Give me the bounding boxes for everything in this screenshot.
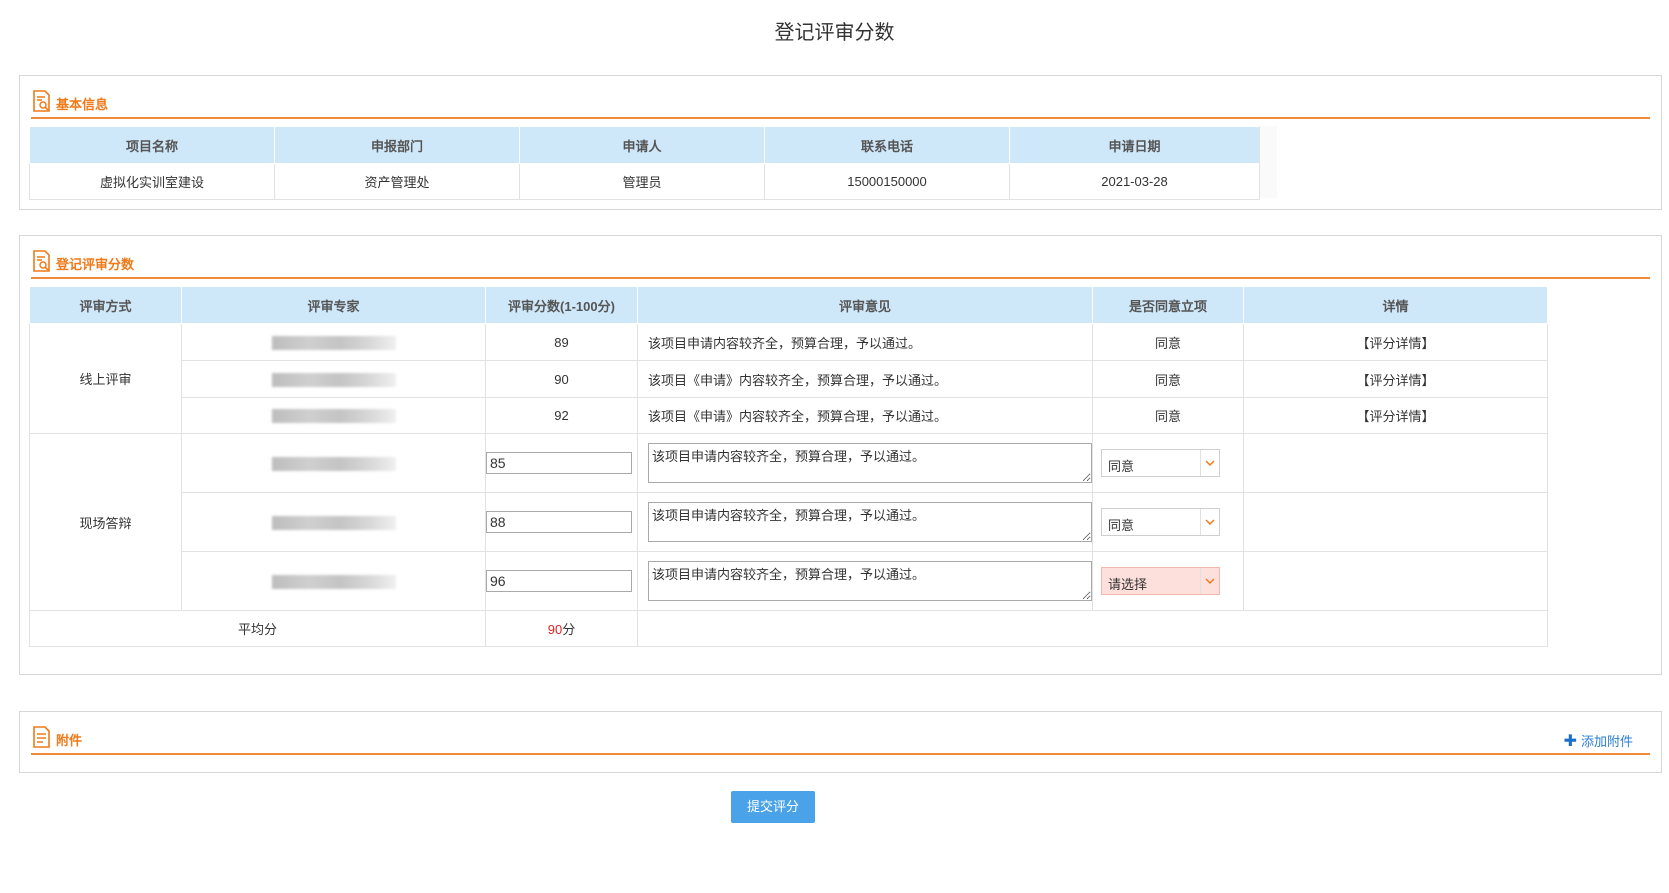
review-score-panel: 登记评审分数 评审方式 评审专家 评审分数(1-100分) 评审意见 是否同意立… <box>19 235 1662 675</box>
review-score-header: 登记评审分数 <box>31 247 1650 279</box>
average-value-cell: 90分 <box>485 610 638 647</box>
expert-name-redacted <box>181 492 486 552</box>
department-cell: 资产管理处 <box>274 163 520 200</box>
score-cell: 90 <box>485 360 638 398</box>
agree-cell: 同意 <box>1092 323 1244 361</box>
score-cell: 92 <box>485 397 638 434</box>
agree-select-value: 同意 <box>1108 459 1135 474</box>
table-row: 虚拟化实训室建设 资产管理处 管理员 15000150000 2021-03-2… <box>29 163 1260 200</box>
chevron-down-icon <box>1200 568 1215 594</box>
project-name-link[interactable]: 虚拟化实训室建设 <box>29 163 275 200</box>
score-input[interactable] <box>486 511 632 533</box>
agree-select-value: 同意 <box>1108 518 1135 533</box>
average-row: 平均分 90分 <box>29 610 1548 647</box>
agree-select[interactable]: 同意 <box>1101 508 1220 536</box>
score-detail-link[interactable]: 【评分详情】 <box>1243 360 1548 398</box>
submit-score-button[interactable]: 提交评分 <box>731 791 815 823</box>
page-title: 登记评审分数 <box>774 22 895 44</box>
chevron-down-icon <box>1200 509 1215 535</box>
agree-select[interactable]: 请选择 <box>1101 567 1220 595</box>
attachments-header: 附件 ✚ 添加附件 <box>31 723 1650 755</box>
expert-name-redacted <box>181 323 486 361</box>
agree-cell: 同意 <box>1092 360 1244 398</box>
phone-cell: 15000150000 <box>764 163 1010 200</box>
detail-empty-cell <box>1243 433 1548 493</box>
score-cell: 89 <box>485 323 638 361</box>
document-icon <box>33 726 50 748</box>
column-header: 评审专家 <box>181 286 486 324</box>
expert-name-redacted <box>181 433 486 493</box>
table-row: 该项目申请内容较齐全，预算合理，予以通过。 请选择 <box>30 551 1548 611</box>
column-header: 详情 <box>1243 286 1548 324</box>
detail-empty-cell <box>1243 551 1548 611</box>
document-search-icon <box>33 250 50 272</box>
agree-select-cell: 请选择 <box>1092 551 1244 611</box>
agree-select-cell: 同意 <box>1092 433 1244 493</box>
score-detail-link[interactable]: 【评分详情】 <box>1243 397 1548 434</box>
opinion-cell: 该项目申请内容较齐全，预算合理，予以通过。 <box>637 323 1093 361</box>
opinion-input-cell: 该项目申请内容较齐全，预算合理，予以通过。 <box>637 433 1093 493</box>
opinion-input-cell: 该项目申请内容较齐全，预算合理，予以通过。 <box>637 551 1093 611</box>
expert-name-redacted <box>181 551 486 611</box>
review-method-onsite: 现场答辩 <box>29 433 182 611</box>
table-header-row: 项目名称 申报部门 申请人 联系电话 申请日期 <box>29 126 1260 164</box>
chevron-down-icon <box>1200 450 1215 476</box>
document-search-icon <box>33 90 50 112</box>
column-header: 评审方式 <box>29 286 182 324</box>
average-label: 平均分 <box>29 610 486 647</box>
opinion-cell: 该项目《申请》内容较齐全，预算合理，予以通过。 <box>637 360 1093 398</box>
agree-select[interactable]: 同意 <box>1101 449 1220 477</box>
basic-info-panel: 基本信息 项目名称 申报部门 申请人 联系电话 申请日期 虚拟化实训室建设 资产… <box>19 75 1662 210</box>
average-unit: 分 <box>562 622 576 637</box>
opinion-textarea[interactable]: 该项目申请内容较齐全，预算合理，予以通过。 <box>648 561 1092 601</box>
table-row: 92 该项目《申请》内容较齐全，预算合理，予以通过。 同意 【评分详情】 <box>30 397 1548 434</box>
basic-info-table: 项目名称 申报部门 申请人 联系电话 申请日期 虚拟化实训室建设 资产管理处 管… <box>29 126 1260 200</box>
table-row: 该项目申请内容较齐全，预算合理，予以通过。 同意 <box>30 492 1548 552</box>
agree-cell: 同意 <box>1092 397 1244 434</box>
table-row: 90 该项目《申请》内容较齐全，预算合理，予以通过。 同意 【评分详情】 <box>30 360 1548 398</box>
date-cell: 2021-03-28 <box>1009 163 1260 200</box>
score-input-cell <box>485 551 638 611</box>
section-title-attachments: 附件 <box>56 733 83 748</box>
column-header: 申请日期 <box>1009 126 1260 164</box>
column-header: 联系电话 <box>764 126 1010 164</box>
table-row: 线上评审 89 该项目申请内容较齐全，预算合理，予以通过。 同意 【评分详情】 <box>29 323 1548 434</box>
column-header: 申报部门 <box>274 126 520 164</box>
column-header: 评审意见 <box>637 286 1093 324</box>
column-header: 评审分数(1-100分) <box>485 286 638 324</box>
detail-empty-cell <box>1243 492 1548 552</box>
applicant-cell: 管理员 <box>519 163 765 200</box>
plus-icon: ✚ <box>1563 733 1577 750</box>
agree-select-value: 请选择 <box>1108 577 1148 592</box>
average-empty-cell <box>637 610 1548 647</box>
add-attachment-button[interactable]: ✚ 添加附件 <box>1564 731 1633 751</box>
agree-select-cell: 同意 <box>1092 492 1244 552</box>
review-method-online: 线上评审 <box>29 323 182 434</box>
expert-name-redacted <box>181 360 486 398</box>
score-input-cell <box>485 492 638 552</box>
section-title-review: 登记评审分数 <box>56 257 135 272</box>
expert-name-redacted <box>181 397 486 434</box>
score-input[interactable] <box>486 452 632 474</box>
table-row: 现场答辩 该项目申请内容较齐全，预算合理，予以通过。 同意 <box>29 433 1548 611</box>
table-scrollbar[interactable] <box>1259 126 1277 198</box>
opinion-textarea[interactable]: 该项目申请内容较齐全，预算合理，予以通过。 <box>648 443 1092 483</box>
score-input[interactable] <box>486 570 632 592</box>
section-title-basic-info: 基本信息 <box>56 97 109 112</box>
basic-info-header: 基本信息 <box>31 87 1650 119</box>
opinion-input-cell: 该项目申请内容较齐全，预算合理，予以通过。 <box>637 492 1093 552</box>
column-header: 项目名称 <box>29 126 275 164</box>
average-value: 90 <box>547 622 563 637</box>
table-header-row: 评审方式 评审专家 评审分数(1-100分) 评审意见 是否同意立项 详情 <box>29 286 1548 324</box>
opinion-cell: 该项目《申请》内容较齐全，预算合理，予以通过。 <box>637 397 1093 434</box>
review-table: 评审方式 评审专家 评审分数(1-100分) 评审意见 是否同意立项 详情 线上… <box>29 286 1548 647</box>
column-header: 是否同意立项 <box>1092 286 1244 324</box>
add-attachment-label: 添加附件 <box>1580 734 1633 749</box>
score-detail-link[interactable]: 【评分详情】 <box>1243 323 1548 361</box>
opinion-textarea[interactable]: 该项目申请内容较齐全，预算合理，予以通过。 <box>648 502 1092 542</box>
attachments-panel: 附件 ✚ 添加附件 <box>19 711 1662 773</box>
column-header: 申请人 <box>519 126 765 164</box>
score-input-cell <box>485 433 638 493</box>
